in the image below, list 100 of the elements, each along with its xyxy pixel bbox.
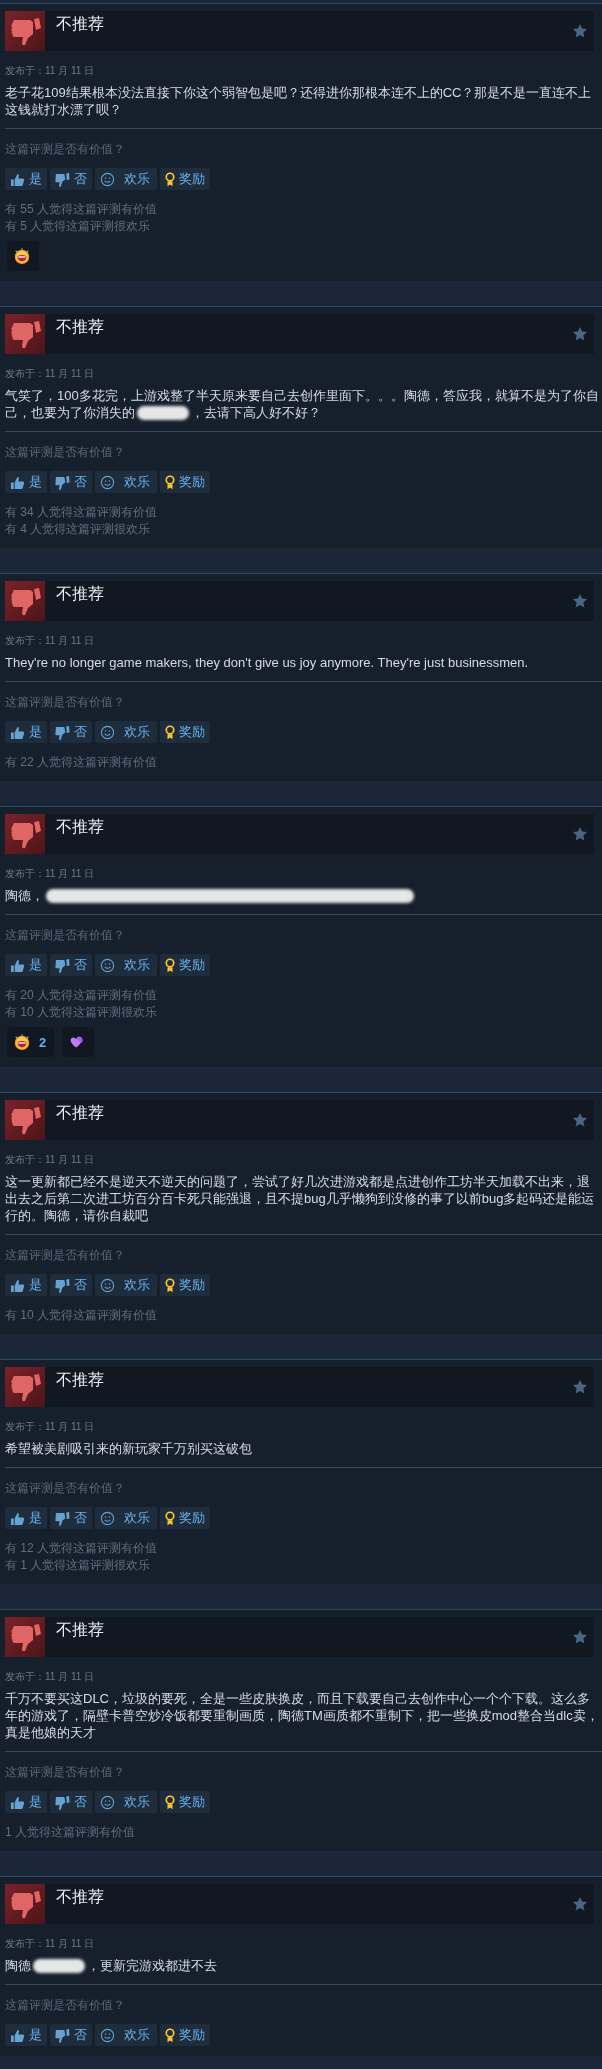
award-icon (165, 171, 175, 187)
award-button[interactable]: 奖励 (160, 1507, 210, 1529)
review-text: 老子花109结果根本没法直接下你这个弱智包是吧？还得进你那根本连不上的CC？那是不是一直连不上这钱就打水漂了呗？ (5, 84, 593, 118)
verdict-title: 不推荐 (56, 1620, 105, 1640)
award-button[interactable]: 奖励 (160, 954, 210, 976)
star-icon[interactable] (572, 1379, 588, 1395)
review-text: 这一更新都已经不是逆天不逆天的问题了，尝试了好几次进游戏都是点进创作工坊半天加载不出来，退出去之后第二次进工坊百分百卡死只能强退，且不提bug几乎懒狗到没修的事了以前bug多起码还是能运行的。陶德，请你自裁吧 (5, 1173, 596, 1224)
review-text: 气笑了，100多花完，上游戏整了半天原来要自己去创作里面下。。。陶德，答应我，就算不是为了你自 (5, 387, 599, 404)
funny-button[interactable]: 欢乐 (95, 168, 157, 190)
award-icon (165, 2027, 175, 2043)
post-date: 发布于：11 月 11 日 (5, 1937, 96, 1951)
yes-button[interactable]: 是 (5, 954, 47, 976)
post-date: 发布于：11 月 11 日 (5, 1420, 96, 1434)
no-button[interactable]: 否 (50, 1791, 92, 1813)
helpful-question: 这篇评测是否有价值？ (5, 1480, 126, 1497)
helpful-count: 有 12 人觉得这篇评测有价值 (5, 1540, 158, 1557)
no-button[interactable]: 否 (50, 471, 92, 493)
review-text: ，更新完游戏都进不去 (87, 1957, 217, 1974)
review-text: ，去请下高人好不好？ (191, 404, 321, 421)
verdict-title: 不推荐 (56, 817, 105, 837)
review-text: 千万不要买这DLC，垃圾的要死，全是一些皮肤换皮，而且下载要自己去创作中心一个个下载。这么多年的游戏了，隔壁卡普空炒冷饭都要重制画质，陶德TM画质都不重制下，把一些换皮mod整合当dlc卖，真是他娘的天才 (5, 1690, 600, 1741)
thumbs-up-icon (10, 957, 25, 973)
thumbs-down-icon (5, 814, 45, 854)
no-button[interactable]: 否 (50, 954, 92, 976)
post-date: 发布于：11 月 11 日 (5, 1670, 96, 1684)
post-date: 发布于：11 月 11 日 (5, 1153, 96, 1167)
award-icon (165, 724, 175, 740)
star-icon[interactable] (572, 326, 588, 342)
thumbs-up-icon (10, 171, 25, 187)
no-button[interactable]: 否 (50, 1274, 92, 1296)
helpful-question: 这篇评测是否有价值？ (5, 1764, 126, 1781)
star-icon[interactable] (572, 826, 588, 842)
helpful-count: 1 人觉得这篇评测有价值 (5, 1824, 136, 1841)
star-icon[interactable] (572, 1629, 588, 1645)
smiley-icon (100, 1277, 115, 1293)
funny-button[interactable]: 欢乐 (95, 1274, 157, 1296)
award-icon (165, 1510, 175, 1526)
award-button[interactable]: 奖励 (160, 2024, 210, 2046)
laughing-face-icon (13, 247, 31, 265)
thumbs-down-icon (5, 1100, 45, 1140)
award-button[interactable]: 奖励 (160, 1791, 210, 1813)
yes-button[interactable]: 是 (5, 1274, 47, 1296)
yes-button[interactable]: 是 (5, 2024, 47, 2046)
helpful-count: 有 22 人觉得这篇评测有价值 (5, 754, 158, 771)
helpful-question: 这篇评测是否有价值？ (5, 694, 126, 711)
award-icon (165, 957, 175, 973)
laugh-reaction[interactable]: 2 (7, 1027, 55, 1057)
thumbs-up-icon (10, 1794, 25, 1810)
star-icon[interactable] (572, 1112, 588, 1128)
funny-button[interactable]: 欢乐 (95, 954, 157, 976)
star-icon[interactable] (572, 1896, 588, 1912)
yes-button[interactable]: 是 (5, 168, 47, 190)
helpful-count: 有 10 人觉得这篇评测有价值 (5, 1307, 158, 1324)
verdict-title: 不推荐 (56, 1103, 105, 1123)
yes-button[interactable]: 是 (5, 1791, 47, 1813)
funny-button[interactable]: 欢乐 (95, 721, 157, 743)
funny-button[interactable]: 欢乐 (95, 1507, 157, 1529)
award-icon (165, 1794, 175, 1810)
redaction-blot (137, 405, 189, 420)
smiley-icon (100, 1510, 115, 1526)
helpful-question: 这篇评测是否有价值？ (5, 927, 126, 944)
yes-button[interactable]: 是 (5, 721, 47, 743)
review-text: 希望被美剧吸引来的新玩家千万别买这破包 (5, 1440, 252, 1457)
verdict-title: 不推荐 (56, 14, 105, 34)
thumbs-down-icon (55, 2027, 70, 2043)
yes-button[interactable]: 是 (5, 471, 47, 493)
helpful-count: 有 34 人觉得这篇评测有价值 (5, 504, 158, 521)
award-button[interactable]: 奖励 (160, 471, 210, 493)
helpful-count: 有 5 人觉得这篇评测很欢乐 (5, 218, 152, 235)
no-button[interactable]: 否 (50, 1507, 92, 1529)
award-icon (165, 474, 175, 490)
laughing-face-icon (13, 1033, 31, 1051)
thumbs-up-icon (10, 1277, 25, 1293)
award-button[interactable]: 奖励 (160, 721, 210, 743)
star-icon[interactable] (572, 593, 588, 609)
hearts-reaction[interactable] (62, 1027, 95, 1057)
verdict-title: 不推荐 (56, 1887, 105, 1907)
no-button[interactable]: 否 (50, 721, 92, 743)
no-button[interactable]: 否 (50, 2024, 92, 2046)
thumbs-down-icon (55, 474, 70, 490)
thumbs-down-icon (5, 314, 45, 354)
helpful-count: 有 55 人觉得这篇评测有价值 (5, 201, 158, 218)
smiley-icon (100, 1794, 115, 1810)
thumbs-down-icon (5, 1367, 45, 1407)
yes-button[interactable]: 是 (5, 1507, 47, 1529)
star-icon[interactable] (572, 23, 588, 39)
funny-button[interactable]: 欢乐 (95, 1791, 157, 1813)
thumbs-down-icon (55, 724, 70, 740)
funny-button[interactable]: 欢乐 (95, 471, 157, 493)
funny-button[interactable]: 欢乐 (95, 2024, 157, 2046)
laugh-reaction[interactable] (7, 241, 39, 271)
thumbs-down-icon (55, 171, 70, 187)
thumbs-up-icon (10, 2027, 25, 2043)
no-button[interactable]: 否 (50, 168, 92, 190)
thumbs-down-icon (5, 1884, 45, 1924)
helpful-question: 这篇评测是否有价值？ (5, 141, 126, 158)
award-button[interactable]: 奖励 (160, 168, 210, 190)
award-button[interactable]: 奖励 (160, 1274, 210, 1296)
post-date: 发布于：11 月 11 日 (5, 867, 96, 881)
thumbs-up-icon (10, 474, 25, 490)
